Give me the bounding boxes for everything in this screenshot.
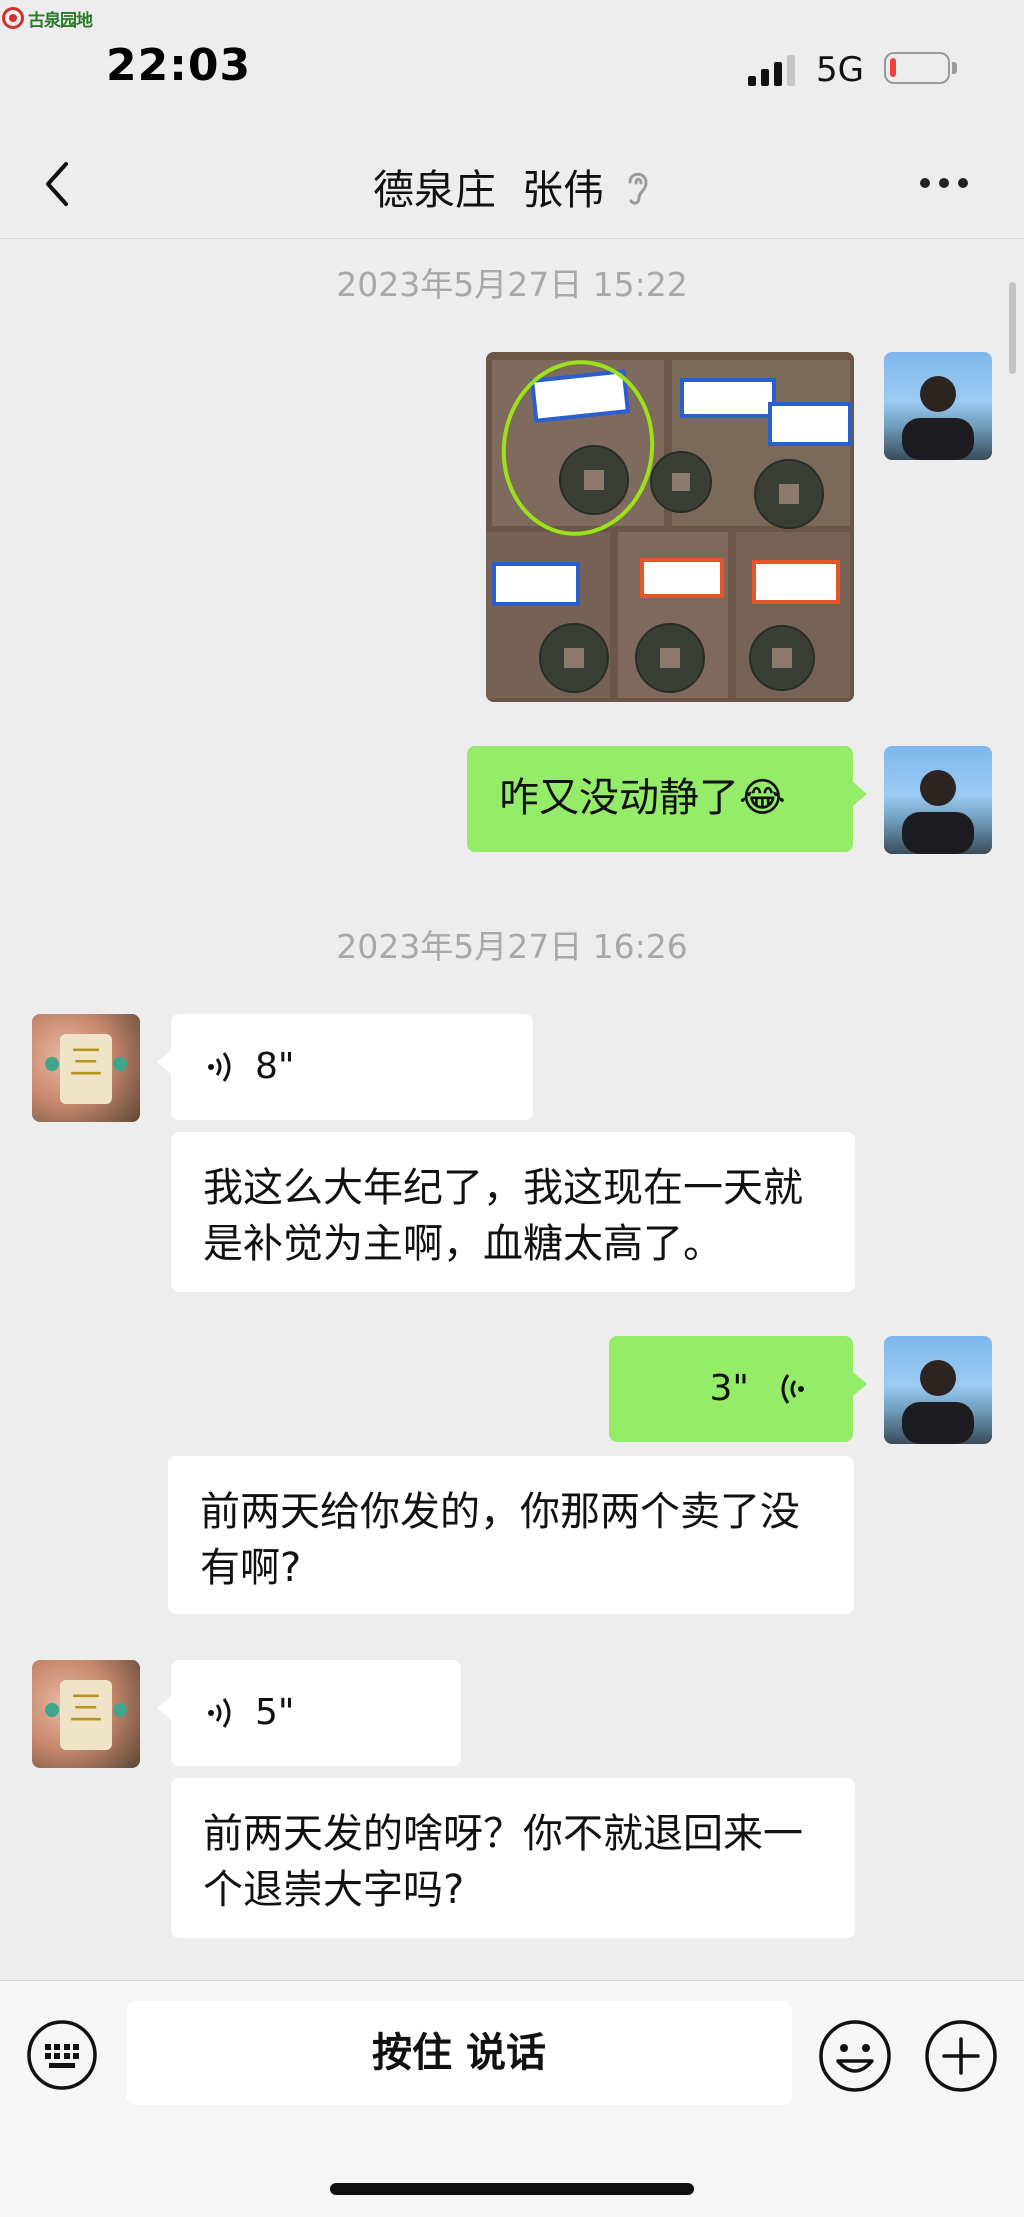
network-type: 5G xyxy=(816,50,864,90)
my-avatar[interactable] xyxy=(884,1336,992,1444)
my-voice-message[interactable]: 3" xyxy=(609,1336,867,1442)
contact-text-message[interactable]: 前两天发的啥呀？你不就退回来一个退崇大字吗? xyxy=(171,1778,855,1938)
timestamp: 2023年5月27日 16:26 xyxy=(336,927,688,966)
battery-icon xyxy=(884,52,950,84)
more-functions-button[interactable] xyxy=(924,2019,998,2093)
watermark-logo-icon xyxy=(2,7,24,29)
voice-message[interactable]: 5" xyxy=(157,1660,461,1766)
chat-title: 德泉庄 张伟 xyxy=(372,166,605,214)
my-text-message[interactable]: 咋又没动静了😂 xyxy=(467,746,867,852)
home-indicator[interactable] xyxy=(330,2183,694,2195)
more-button[interactable] xyxy=(920,168,978,198)
svg-text:三: 三 xyxy=(69,1689,103,1729)
my-avatar[interactable] xyxy=(884,746,992,854)
my-avatar[interactable] xyxy=(884,352,992,460)
contact-text-message[interactable]: 前两天给你发的，你那两个卖了没有啊? xyxy=(168,1456,854,1614)
ear-icon xyxy=(625,168,651,218)
hold-to-talk-button[interactable]: 按住 说话 xyxy=(126,2001,792,2105)
battery-fill xyxy=(890,58,896,77)
nav-bar: 德泉庄 张伟 xyxy=(0,130,1024,239)
timestamp: 2023年5月27日 15:22 xyxy=(336,265,688,304)
keyboard-icon xyxy=(27,2020,97,2090)
voice-duration: 8" xyxy=(255,1046,295,1087)
battery-tip xyxy=(952,62,957,74)
signal-icon xyxy=(748,54,800,86)
contact-avatar[interactable]: 三 xyxy=(32,1660,140,1768)
plus-icon xyxy=(925,2020,997,2092)
contact-text-message[interactable]: 我这么大年纪了，我这现在一天就是补觉为主啊，血糖太高了。 xyxy=(171,1132,855,1292)
voice-icon xyxy=(208,1052,231,1082)
keyboard-button[interactable] xyxy=(26,2019,98,2091)
voice-icon xyxy=(781,1374,804,1404)
photo-message[interactable] xyxy=(486,352,854,702)
voice-message[interactable]: 8" xyxy=(157,1014,533,1120)
chat-title-wrap: 德泉庄 张伟 xyxy=(0,156,1024,218)
voice-duration: 3" xyxy=(709,1368,749,1409)
more-dot xyxy=(939,178,949,188)
voice-icon xyxy=(208,1698,231,1728)
more-dot xyxy=(958,178,968,188)
voice-duration: 5" xyxy=(255,1692,295,1733)
more-dot xyxy=(920,178,930,188)
emoji-icon xyxy=(819,2020,891,2092)
input-bar: 按住 说话 xyxy=(0,1980,1024,2217)
coins-photo xyxy=(486,352,854,702)
svg-text:三: 三 xyxy=(69,1043,103,1083)
contact-avatar[interactable]: 三 xyxy=(32,1014,140,1122)
status-time: 22:03 xyxy=(106,40,252,91)
watermark-text: 古泉园地 xyxy=(28,10,93,31)
emoji-button[interactable] xyxy=(818,2019,892,2093)
watermark: 古泉园地 xyxy=(2,4,93,32)
